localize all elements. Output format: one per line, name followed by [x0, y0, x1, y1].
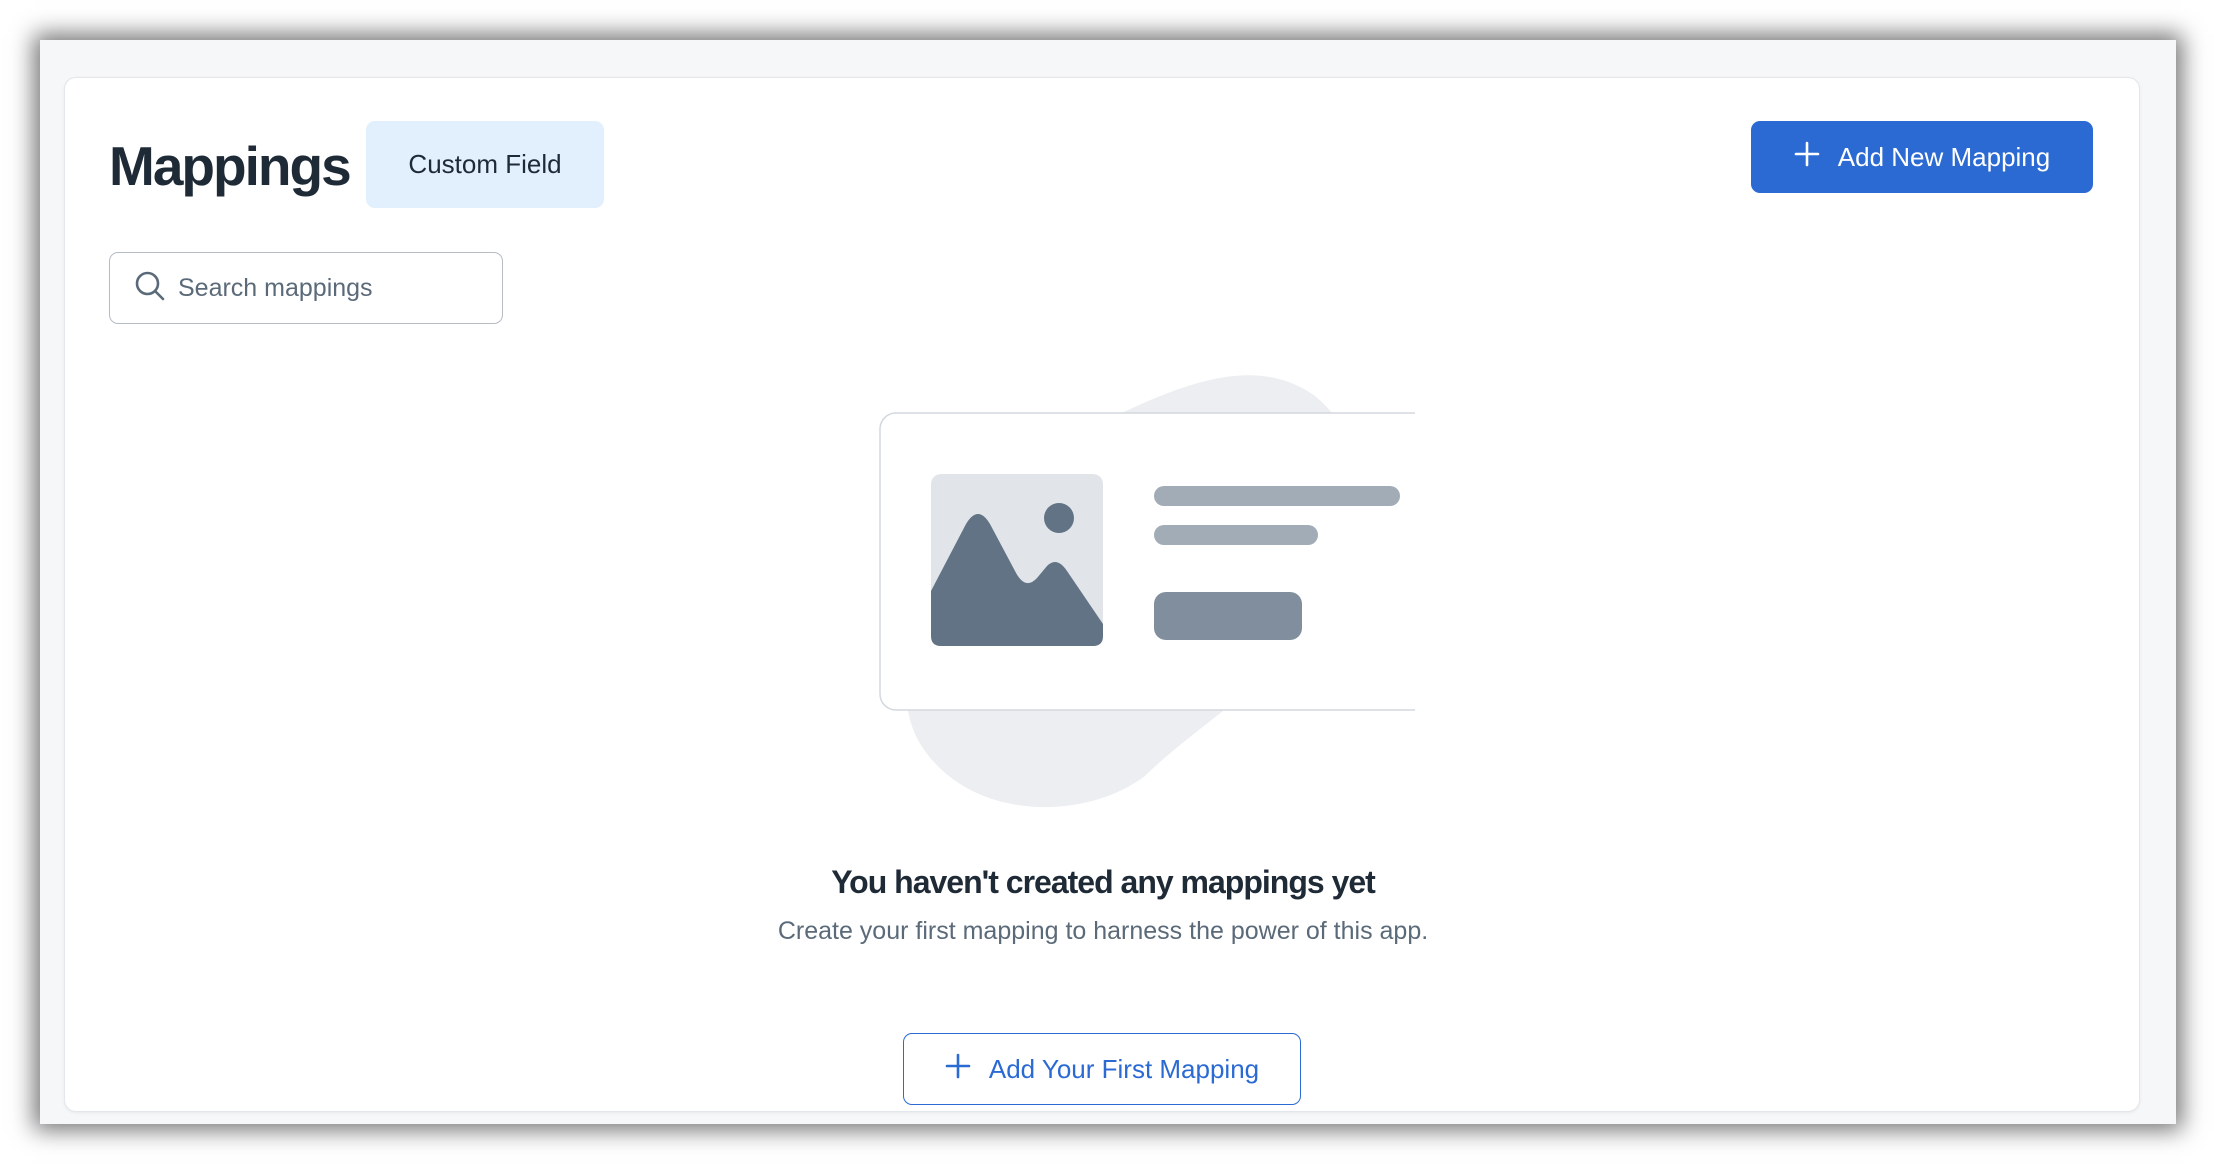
text-line-2 [1154, 525, 1318, 545]
empty-state-title: You haven't created any mappings yet [831, 864, 1376, 900]
plus-icon [945, 1053, 971, 1086]
search-field[interactable] [109, 252, 503, 324]
tab-custom-field-label: Custom Field [408, 149, 562, 179]
mappings-panel: Mappings Custom Field Add New Mapping Se… [64, 77, 2140, 1112]
search-icon [134, 270, 166, 307]
search-input[interactable] [178, 273, 478, 303]
add-new-mapping-button[interactable]: Add New Mapping [1751, 121, 2093, 193]
page-title: Mappings [109, 135, 352, 197]
add-new-mapping-label: Add New Mapping [1837, 141, 2051, 172]
add-first-mapping-button[interactable]: Add Your First Mapping [903, 1033, 1301, 1105]
app-window: Mappings Custom Field Add New Mapping Se… [40, 40, 2176, 1124]
text-line-1 [1154, 486, 1400, 506]
plus-icon [1794, 141, 1820, 174]
empty-state-illustration [815, 366, 1451, 816]
add-first-mapping-label: Add Your First Mapping [988, 1053, 1260, 1084]
tab-custom-field[interactable]: Custom Field [366, 121, 604, 208]
button-shape [1154, 592, 1302, 640]
decorative-shadow [205, 1108, 1885, 1111]
empty-state-subtitle: Create your first mapping to harness the… [777, 917, 1429, 945]
sun-shape [1044, 503, 1074, 533]
